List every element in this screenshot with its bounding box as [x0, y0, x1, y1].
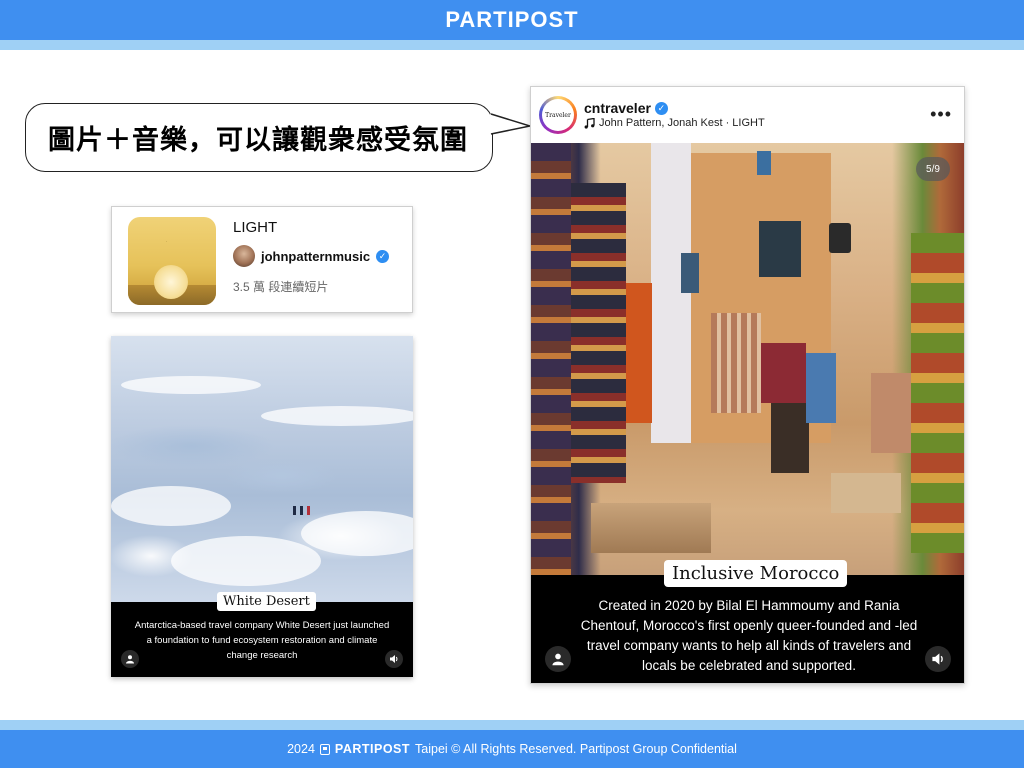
hikers	[293, 506, 310, 515]
instagram-reel-post[interactable]: Traveler cntraveler ✓ John Pattern, Jona…	[530, 86, 965, 684]
footer-year: 2024	[287, 742, 315, 756]
ice-ridge	[301, 511, 413, 556]
window-top	[757, 151, 771, 175]
hanging-rug	[911, 233, 964, 553]
ice-ridge	[261, 406, 413, 426]
username-row[interactable]: cntraveler ✓	[584, 100, 668, 116]
post-header: Traveler cntraveler ✓ John Pattern, Jona…	[531, 87, 964, 143]
ice-ridge	[111, 486, 231, 526]
slide-counter: 5/9	[916, 157, 950, 181]
user-profile-icon[interactable]	[545, 646, 571, 672]
reel-count: 3.5 萬 段連續短片	[233, 280, 329, 294]
brand-logo: PARTIPOST	[445, 7, 579, 32]
window-grill	[759, 221, 801, 277]
speech-callout: 圖片＋音樂，可以讓觀衆感受氛圍	[25, 103, 493, 172]
footer-brand: PARTIPOST	[334, 742, 411, 756]
artist-row[interactable]: johnpatternmusic ✓	[233, 245, 390, 267]
baskets	[591, 503, 711, 553]
user-profile-icon[interactable]	[121, 650, 139, 668]
speaker-icon[interactable]	[925, 646, 951, 672]
white-wall	[651, 143, 691, 443]
more-options-icon[interactable]: •••	[930, 104, 952, 125]
album-mini-text: ·	[166, 239, 168, 244]
reel-description: Antarctica-based travel company White De…	[134, 620, 390, 661]
reel-tag: Inclusive Morocco	[664, 560, 848, 587]
doorway	[771, 393, 809, 473]
reel-tag: White Desert	[217, 592, 316, 611]
partipost-logo-icon	[319, 743, 330, 755]
account-avatar[interactable]: Traveler	[539, 96, 577, 134]
wall-lantern	[829, 223, 851, 253]
username[interactable]: cntraveler	[584, 100, 651, 116]
verified-badge-icon: ✓	[376, 249, 390, 263]
footer-band: 2024 PARTIPOST Taipei © All Rights Reser…	[0, 730, 1024, 768]
blue-rug	[806, 353, 836, 423]
album-cover[interactable]: ·	[128, 217, 216, 305]
pottery	[831, 473, 901, 513]
verified-badge-icon: ✓	[654, 101, 668, 115]
audio-title[interactable]: John Pattern, Jonah Kest · LIGHT	[599, 117, 765, 129]
hanging-rug	[531, 143, 571, 575]
window	[681, 253, 699, 293]
top-stripe	[0, 40, 1024, 50]
reel-description: Created in 2020 by Bilal El Hammoumy and…	[580, 598, 918, 673]
track-title: LIGHT	[233, 219, 278, 236]
artist-name[interactable]: johnpatternmusic	[261, 249, 370, 264]
ice-ridge	[171, 536, 321, 586]
reel-white-desert[interactable]: White Desert Antarctica-based travel com…	[111, 336, 413, 677]
morocco-street-image	[531, 143, 964, 575]
audio-row[interactable]: John Pattern, Jonah Kest · LIGHT	[584, 117, 765, 129]
artist-avatar[interactable]	[233, 245, 255, 267]
avatar-logo-text: Traveler	[542, 99, 574, 131]
ice-landscape-image	[111, 336, 413, 602]
red-rug	[761, 343, 806, 403]
callout-text: 圖片＋音樂，可以讓觀衆感受氛圍	[48, 125, 468, 155]
bottom-stripe	[0, 720, 1024, 730]
textile	[871, 373, 911, 453]
hanging-rug	[571, 183, 626, 483]
footer-text: Taipei © All Rights Reserved. Partipost …	[415, 742, 737, 756]
album-sun	[154, 265, 188, 299]
textile	[711, 313, 761, 413]
callout-tail	[490, 113, 530, 135]
orange-rug	[626, 283, 652, 423]
top-header-band: PARTIPOST	[0, 0, 1024, 40]
speaker-icon[interactable]	[385, 650, 403, 668]
ice-ridge	[121, 376, 261, 394]
music-note-icon	[584, 117, 595, 129]
music-track-card[interactable]: · LIGHT johnpatternmusic ✓ 3.5 萬 段連續短片	[111, 206, 413, 313]
